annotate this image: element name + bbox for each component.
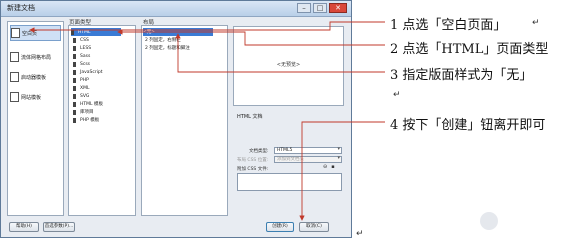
annotation-step-3: 3 指定版面样式为「无」 <box>390 68 533 83</box>
annotation-step-1: 1 点选「空白页面」 <box>390 18 507 33</box>
annotation-step-4: 4 按下「创建」钮离开即可 <box>390 118 546 133</box>
watermark-logo-icon <box>480 212 498 230</box>
arrow-1 <box>29 21 385 33</box>
arrow-2 <box>117 29 385 46</box>
paragraph-mark: ↵ <box>532 18 540 28</box>
paragraph-mark: ↵ <box>356 229 364 239</box>
watermark <box>480 212 498 230</box>
arrow-3 <box>175 33 385 73</box>
arrow-4 <box>299 121 385 221</box>
annotation-step-2: 2 点选「HTML」页面类型 <box>390 42 549 57</box>
paragraph-mark: ↵ <box>393 90 401 100</box>
